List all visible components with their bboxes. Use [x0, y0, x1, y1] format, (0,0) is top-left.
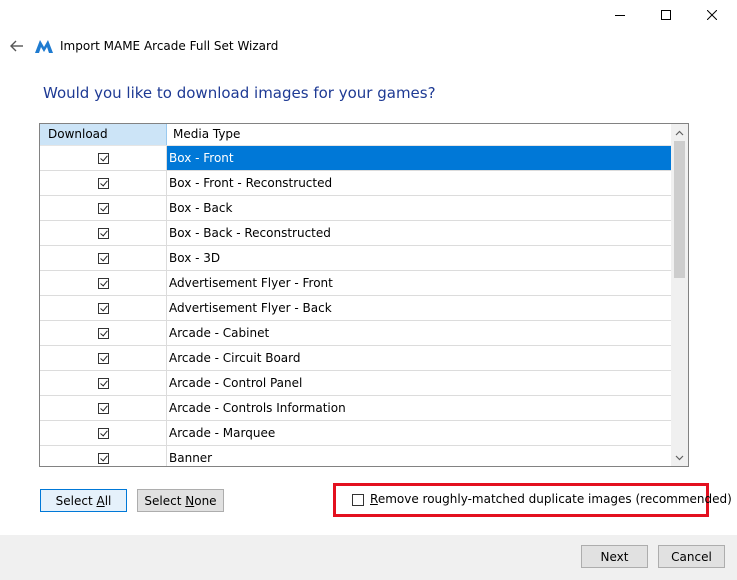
table-row[interactable]: Advertisement Flyer - Back	[40, 296, 672, 321]
media-type-cell: Box - Front - Reconstructed	[169, 176, 333, 190]
grid-rows: Box - Front Box - Front - Reconstructed Bo…	[40, 146, 672, 466]
download-cell[interactable]	[40, 221, 167, 245]
download-checkbox[interactable]	[97, 227, 109, 239]
back-button[interactable]	[8, 38, 26, 54]
download-cell[interactable]	[40, 396, 167, 420]
page-heading: Would you like to download images for yo…	[43, 84, 436, 102]
download-checkbox[interactable]	[97, 327, 109, 339]
media-type-cell: Box - 3D	[169, 251, 221, 265]
media-type-cell: Banner	[169, 451, 213, 465]
app-logo-icon	[35, 40, 53, 53]
table-row[interactable]: Arcade - Control Panel	[40, 371, 672, 396]
download-cell[interactable]	[40, 446, 167, 466]
select-none-label-suffix: one	[194, 493, 217, 508]
table-row[interactable]: Banner	[40, 446, 672, 466]
download-checkbox[interactable]	[97, 277, 109, 289]
download-cell[interactable]	[40, 371, 167, 395]
remove-duplicates-checkbox[interactable]	[352, 494, 364, 506]
table-row[interactable]: Advertisement Flyer - Front	[40, 271, 672, 296]
select-none-label-access: N	[185, 493, 195, 508]
scroll-down-button[interactable]	[671, 449, 688, 466]
download-checkbox[interactable]	[97, 202, 109, 214]
select-all-button[interactable]: Select All	[40, 489, 127, 512]
download-checkbox[interactable]	[97, 352, 109, 364]
download-cell[interactable]	[40, 196, 167, 220]
download-checkbox[interactable]	[97, 252, 109, 264]
table-row[interactable]: Arcade - Controls Information	[40, 396, 672, 421]
table-row[interactable]: Arcade - Circuit Board	[40, 346, 672, 371]
remove-duplicates-label-access: R	[370, 492, 378, 506]
select-none-button[interactable]: Select None	[137, 489, 224, 512]
table-row[interactable]: Box - Back - Reconstructed	[40, 221, 672, 246]
download-checkbox[interactable]	[97, 402, 109, 414]
media-type-cell: Arcade - Circuit Board	[169, 351, 301, 365]
cancel-button[interactable]: Cancel	[658, 545, 725, 568]
media-type-cell: Arcade - Cabinet	[169, 326, 270, 340]
close-button[interactable]	[689, 0, 735, 30]
download-cell[interactable]	[40, 246, 167, 270]
remove-duplicates-label[interactable]: Remove roughly-matched duplicate images …	[370, 492, 732, 506]
window-title: Import MAME Arcade Full Set Wizard	[60, 39, 279, 53]
scroll-up-button[interactable]	[671, 124, 688, 141]
column-header-download[interactable]: Download	[40, 124, 167, 145]
table-row[interactable]: Box - Front - Reconstructed	[40, 171, 672, 196]
chevron-up-icon	[675, 130, 684, 135]
download-checkbox[interactable]	[97, 452, 109, 464]
table-row[interactable]: Box - 3D	[40, 246, 672, 271]
vertical-scrollbar[interactable]	[671, 124, 688, 466]
table-row[interactable]: Arcade - Cabinet	[40, 321, 672, 346]
media-type-cell: Arcade - Control Panel	[169, 376, 303, 390]
next-button[interactable]: Next	[581, 545, 648, 568]
maximize-icon	[661, 10, 671, 20]
download-cell[interactable]	[40, 271, 167, 295]
download-cell[interactable]	[40, 296, 167, 320]
select-all-label-suffix: ll	[104, 493, 112, 508]
table-row[interactable]: Box - Front	[40, 146, 672, 171]
download-checkbox[interactable]	[97, 177, 109, 189]
select-none-label-prefix: Select	[144, 493, 186, 508]
download-cell[interactable]	[40, 346, 167, 370]
media-type-cell: Box - Front	[167, 146, 672, 170]
media-type-grid[interactable]: Download Media Type Box - Front Box - Fro…	[39, 123, 689, 467]
table-row[interactable]: Arcade - Marquee	[40, 421, 672, 446]
download-cell[interactable]	[40, 171, 167, 195]
download-checkbox[interactable]	[97, 377, 109, 389]
scroll-thumb[interactable]	[674, 141, 685, 278]
media-type-cell: Box - Back	[169, 201, 233, 215]
download-checkbox[interactable]	[97, 427, 109, 439]
chevron-down-icon	[675, 455, 684, 460]
maximize-button[interactable]	[643, 0, 689, 30]
select-all-label-prefix: Select	[55, 493, 97, 508]
media-type-cell: Box - Back - Reconstructed	[169, 226, 331, 240]
media-type-cell: Advertisement Flyer - Front	[169, 276, 333, 290]
close-icon	[707, 10, 717, 20]
media-type-cell: Advertisement Flyer - Back	[169, 301, 332, 315]
media-type-cell: Arcade - Controls Information	[169, 401, 346, 415]
remove-duplicates-label-rest: emove roughly-matched duplicate images (…	[377, 492, 732, 506]
download-cell[interactable]	[40, 146, 167, 170]
media-type-cell: Arcade - Marquee	[169, 426, 276, 440]
minimize-icon	[615, 15, 625, 16]
table-row[interactable]: Box - Back	[40, 196, 672, 221]
minimize-button[interactable]	[597, 0, 643, 30]
arrow-left-icon	[10, 40, 23, 52]
download-checkbox[interactable]	[97, 302, 109, 314]
download-cell[interactable]	[40, 421, 167, 445]
grid-header: Download Media Type	[40, 124, 672, 146]
column-header-media-type[interactable]: Media Type	[167, 124, 672, 145]
download-checkbox[interactable]	[97, 152, 109, 164]
download-cell[interactable]	[40, 321, 167, 345]
select-all-label-access: A	[96, 493, 105, 508]
